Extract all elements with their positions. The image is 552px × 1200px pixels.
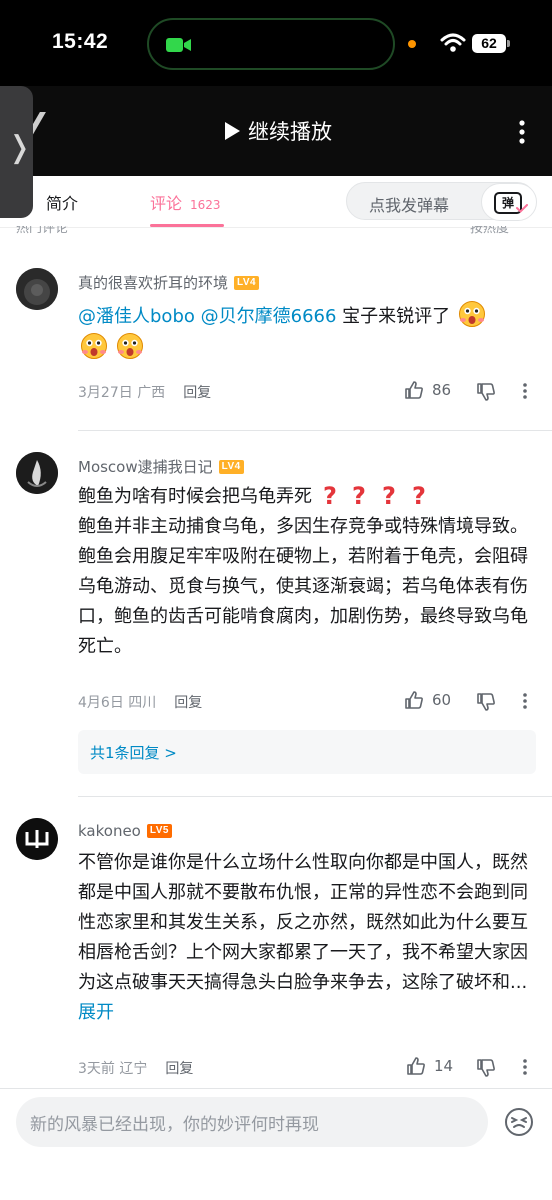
comment-meta: 4月6日 四川 回复 <box>78 692 202 712</box>
avatar-image <box>16 268 58 310</box>
avatar-image <box>16 452 58 494</box>
thumbs-up-icon <box>405 381 423 399</box>
status-time: 15:42 <box>52 30 109 53</box>
continue-play-label: 继续播放 <box>248 120 332 144</box>
expand-link[interactable]: 展开 <box>78 1002 114 1023</box>
comment-input[interactable]: 新的风暴已经出现，你的妙评何时再现 <box>16 1097 488 1147</box>
reply-button[interactable]: 回复 <box>165 1058 193 1078</box>
avatar[interactable] <box>16 452 58 494</box>
comment-input-placeholder: 新的风暴已经出现，你的妙评何时再现 <box>30 1115 319 1135</box>
comment-meta: 3天前 辽宁 回复 <box>78 1058 193 1078</box>
side-drawer-handle[interactable]: ❭ <box>0 86 33 218</box>
thumbs-down-icon[interactable] <box>476 692 496 712</box>
hot-comments-label: 热门评论 <box>16 226 69 236</box>
comment-date: 3天前 <box>78 1061 115 1077</box>
thumbs-up-icon <box>407 1057 425 1075</box>
emoji-icon[interactable] <box>504 1107 534 1137</box>
question-mark-icon: ? <box>412 482 426 508</box>
like-button[interactable]: 14 <box>406 1056 453 1076</box>
comment-date: 4月6日 <box>78 695 124 711</box>
view-replies-label: 共1条回复 > <box>90 744 177 762</box>
tab-intro[interactable]: 简介 <box>46 190 78 214</box>
like-button[interactable]: 86 <box>404 380 451 400</box>
play-icon <box>225 122 240 140</box>
level-badge: LV4 <box>218 459 244 474</box>
like-count: 14 <box>434 1057 454 1075</box>
thumbs-down-icon[interactable] <box>476 1058 496 1078</box>
username[interactable]: Moscow逮捕我日记 LV4 <box>78 456 244 477</box>
tab-comments-label: 评论 <box>150 194 183 213</box>
level-badge: LV4 <box>234 275 260 290</box>
like-button[interactable]: 60 <box>404 690 451 710</box>
comment-text: @潘佳人bobo @贝尔摩德6666 宝子来锐评了 <box>78 300 538 364</box>
comment-body: 鲍鱼并非主动捕食乌龟，多因生存竞争或特殊情境导致。鲍鱼会用腹足牢牢吸附在硬物上，… <box>78 516 528 657</box>
username-text: kakoneo <box>78 822 141 840</box>
chevron-right-icon: ❭ <box>7 130 33 165</box>
battery-tip <box>507 40 510 47</box>
svg-text:?: ? <box>352 482 366 508</box>
dynamic-island <box>147 18 395 70</box>
danmaku-input[interactable]: 点我发弹幕 弹 <box>346 182 537 221</box>
sort-row-peek: 热门评论 按热度 <box>0 226 552 236</box>
comment-location: 四川 <box>128 695 157 711</box>
comment-input-bar: 新的风暴已经出现，你的妙评何时再现 <box>0 1088 552 1200</box>
comment-line1: 鲍鱼为啥有时候会把乌龟弄死 <box>78 486 312 507</box>
more-icon[interactable] <box>522 692 528 710</box>
tab-bar: 简介 评论 1623 点我发弹幕 弹 <box>0 176 552 228</box>
continue-play-button[interactable]: 继续播放 <box>222 116 332 146</box>
avatar[interactable] <box>16 818 58 860</box>
comment-body: 宝子来锐评了 <box>336 306 451 327</box>
shocked-emoji-icon <box>81 333 107 359</box>
comment-divider <box>78 796 552 797</box>
level-badge: LV5 <box>146 824 172 838</box>
mic-indicator-dot <box>408 40 416 48</box>
shocked-emoji-icon <box>458 301 485 327</box>
view-replies-button[interactable]: 共1条回复 > <box>78 730 536 774</box>
thumbs-down-icon[interactable] <box>476 382 496 402</box>
comment-text: 不管你是谁你是什么立场什么性取向你都是中国人，既然都是中国人那就不要散布仇恨，正… <box>78 848 538 1028</box>
comment-meta: 3月27日 广西 回复 <box>78 382 211 402</box>
like-count: 60 <box>432 691 452 709</box>
username-text: Moscow逮捕我日记 <box>78 458 213 476</box>
comment-date: 3月27日 <box>78 385 133 401</box>
more-options-icon[interactable] <box>510 118 534 146</box>
status-bar: 15:42 62 <box>0 0 552 86</box>
username-text: 真的很喜欢折耳的环境 <box>78 274 229 292</box>
more-icon[interactable] <box>522 382 528 400</box>
mention-link[interactable]: @贝尔摩德6666 <box>201 306 337 327</box>
svg-text:?: ? <box>323 482 337 508</box>
svg-text:?: ? <box>382 482 396 508</box>
page: 15:42 62 继续播放 ❭ 简介 评论 1623 点我发弹幕 弹 热门评论 … <box>0 0 552 1200</box>
question-mark-icon: ? <box>323 482 337 508</box>
more-icon[interactable] <box>522 1058 528 1076</box>
danmaku-placeholder: 点我发弹幕 <box>369 196 450 215</box>
svg-text:?: ? <box>412 482 426 508</box>
shocked-emoji-icon <box>116 333 143 359</box>
check-icon <box>516 204 528 213</box>
comment-text: 鲍鱼为啥有时候会把乌龟弄死 ? ? ? ? 鲍鱼并非主动捕食乌龟，多因生存竞争或… <box>78 482 538 662</box>
question-mark-icon: ? <box>352 482 366 508</box>
wifi-icon <box>440 33 466 52</box>
like-count: 86 <box>432 381 452 399</box>
comment-location: 辽宁 <box>119 1061 148 1077</box>
comment-count: 1623 <box>190 198 221 212</box>
username[interactable]: 真的很喜欢折耳的环境 LV4 <box>78 272 260 293</box>
avatar[interactable] <box>16 268 58 310</box>
comment-body: 不管你是谁你是什么立场什么性取向你都是中国人，既然都是中国人那就不要散布仇恨，正… <box>78 852 528 993</box>
battery-level: 62 <box>472 34 506 53</box>
thumbs-up-icon <box>405 691 423 709</box>
reply-button[interactable]: 回复 <box>183 382 211 402</box>
sort-by-heat[interactable]: 按热度 <box>470 226 509 236</box>
reply-button[interactable]: 回复 <box>174 692 202 712</box>
comment-location: 广西 <box>137 385 166 401</box>
video-player-bar: 继续播放 <box>0 86 552 176</box>
mention-link[interactable]: @潘佳人bobo <box>78 306 195 327</box>
danmaku-toggle-button[interactable]: 弹 <box>481 183 537 221</box>
facetime-camera-icon <box>166 38 191 52</box>
comment-divider <box>78 430 552 431</box>
username[interactable]: kakoneo LV5 <box>78 822 172 840</box>
question-mark-icon: ? <box>382 482 396 508</box>
tab-comments[interactable]: 评论 1623 <box>150 190 221 214</box>
avatar-image <box>16 818 58 860</box>
